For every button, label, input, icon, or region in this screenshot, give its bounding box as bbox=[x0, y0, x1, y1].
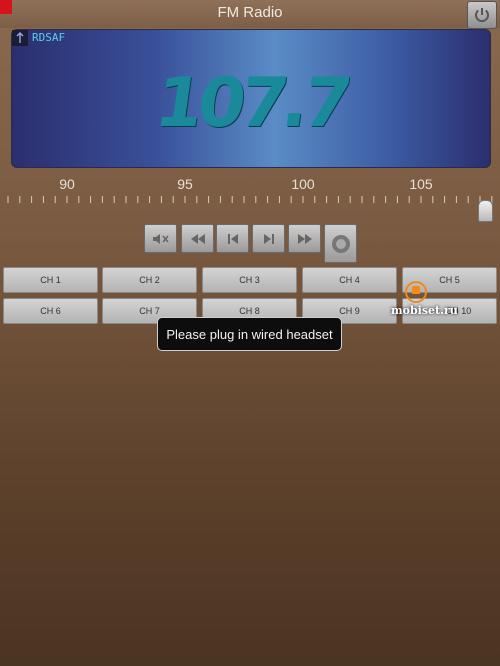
channel-button[interactable]: CH 3 bbox=[202, 267, 297, 293]
channel-label: CH 5 bbox=[439, 275, 460, 285]
mute-icon bbox=[152, 233, 169, 244]
channel-button[interactable]: CH 2 bbox=[102, 267, 197, 293]
frequency-readout: 107.7 bbox=[150, 64, 352, 143]
channel-button[interactable]: CH 1 bbox=[3, 267, 98, 293]
channel-label: CH 7 bbox=[139, 306, 160, 316]
scale-label: 95 bbox=[177, 176, 193, 192]
record-button[interactable] bbox=[324, 224, 357, 263]
mute-button[interactable] bbox=[144, 224, 177, 253]
app-title: FM Radio bbox=[217, 4, 283, 21]
channel-label: CH 9 bbox=[339, 306, 360, 316]
watermark-text: mobiset.ru bbox=[391, 304, 458, 317]
fast-forward-icon bbox=[297, 233, 312, 244]
skip-previous-icon bbox=[227, 233, 238, 244]
channel-label: CH 3 bbox=[239, 275, 260, 285]
power-button[interactable] bbox=[467, 1, 497, 29]
channel-label: CH 8 bbox=[239, 306, 260, 316]
scale-label: 105 bbox=[409, 176, 433, 192]
power-icon bbox=[475, 8, 489, 23]
tuner-ticks bbox=[7, 196, 493, 203]
channel-label: CH 6 bbox=[40, 306, 61, 316]
watermark-logo-icon bbox=[405, 281, 427, 303]
skip-next-icon bbox=[263, 233, 274, 244]
seek-back-button[interactable] bbox=[181, 224, 214, 253]
channel-label: CH 4 bbox=[339, 275, 360, 285]
seek-forward-button[interactable] bbox=[288, 224, 321, 253]
toast-message: Please plug in wired headset bbox=[157, 317, 342, 351]
frequency-display: RDSAF 107.7 bbox=[11, 29, 491, 168]
channel-label: CH 2 bbox=[139, 275, 160, 285]
next-button[interactable] bbox=[252, 224, 285, 253]
title-bar: FM Radio bbox=[0, 0, 500, 29]
rds-icon bbox=[12, 30, 28, 46]
rds-text: RDSAF bbox=[32, 31, 66, 44]
channel-button[interactable]: CH 4 bbox=[302, 267, 397, 293]
channel-label: CH 1 bbox=[40, 275, 61, 285]
rewind-icon bbox=[190, 233, 205, 244]
channel-button[interactable]: CH 6 bbox=[3, 298, 98, 324]
record-icon bbox=[331, 234, 350, 253]
previous-button[interactable] bbox=[216, 224, 249, 253]
scale-label: 100 bbox=[291, 176, 315, 192]
tuner-slider-handle[interactable] bbox=[478, 200, 493, 222]
scale-label: 90 bbox=[59, 176, 75, 192]
